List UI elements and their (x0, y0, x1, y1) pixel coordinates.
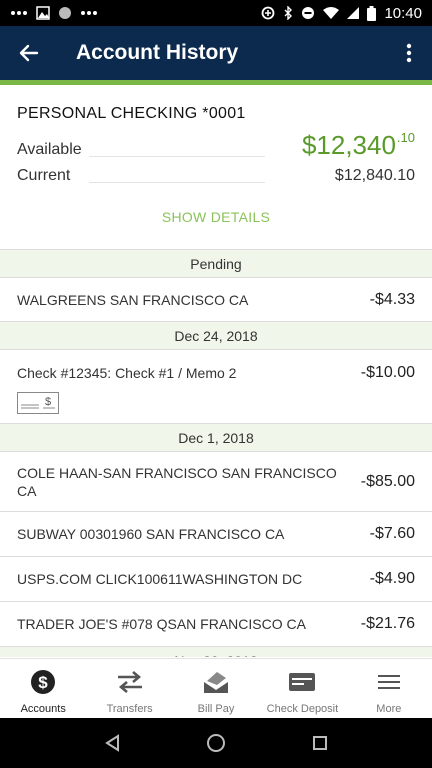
app-bar: Account History (0, 26, 432, 80)
section-header-date: Nov 30, 2018 (0, 647, 432, 657)
back-button[interactable] (0, 26, 58, 80)
transfer-arrows-icon (117, 671, 142, 693)
current-balance: $12,840.10 (334, 167, 415, 184)
nav-label: More (376, 703, 402, 715)
show-details-button[interactable]: SHOW DETAILS (0, 209, 432, 225)
back-triangle-icon (105, 734, 119, 752)
leader-line (89, 156, 265, 157)
nav-label: Transfers (106, 703, 153, 715)
hamburger-icon (377, 675, 400, 689)
account-name: PERSONAL CHECKING *0001 (17, 105, 246, 122)
transaction-description: TRADER JOE'S #078 QSAN FRANCISCO CA (17, 616, 306, 632)
system-nav-bar (0, 718, 432, 768)
section-header-pending: Pending (0, 250, 432, 278)
circle-icon (59, 7, 71, 19)
transaction-amount: -$4.90 (369, 570, 415, 587)
available-balance: $12,340.10 (302, 130, 415, 161)
home-circle-icon (207, 734, 225, 752)
transaction-description: COLE HAAN-SAN FRANCISCO SAN FRANCISCO CA (17, 464, 337, 499)
page-title: Account History (76, 41, 239, 64)
nav-label: Accounts (20, 703, 66, 715)
dots-icon (81, 11, 97, 15)
bluetooth-icon (284, 6, 293, 20)
system-home-button[interactable] (196, 723, 236, 763)
status-time: 10:40 (384, 4, 422, 22)
data-saver-icon (262, 6, 275, 20)
available-whole: $12,340 (301, 130, 396, 160)
current-row: Current $12,840.10 (17, 163, 415, 187)
recents-square-icon (313, 736, 327, 750)
more-vert-icon (406, 43, 412, 63)
status-bar-system: 10:40 (261, 5, 422, 22)
transaction-amount: -$4.33 (369, 290, 415, 308)
system-recents-button[interactable] (300, 723, 340, 763)
transaction-row[interactable]: WALGREENS SAN FRANCISCO CA -$4.33 (0, 278, 432, 322)
nav-accounts[interactable]: $ Accounts (0, 659, 86, 718)
dollar-circle-icon: $ (31, 670, 56, 694)
transaction-row[interactable]: TRADER JOE'S #078 QSAN FRANCISCO CA -$21… (0, 602, 432, 647)
overflow-menu-button[interactable] (386, 26, 432, 80)
signal-icon (347, 7, 360, 19)
image-icon (36, 6, 50, 20)
do-not-disturb-icon (302, 7, 315, 19)
nav-more[interactable]: More (346, 659, 432, 718)
envelope-icon (204, 672, 229, 693)
dots-icon (11, 11, 27, 15)
transaction-row[interactable]: COLE HAAN-SAN FRANCISCO SAN FRANCISCO CA… (0, 452, 432, 512)
arrow-left-icon (19, 44, 39, 62)
nav-transfers[interactable]: Transfers (86, 659, 172, 718)
available-label: Available (17, 141, 82, 158)
transaction-details: Check #12345: Check #1 / Memo 2 $ (17, 364, 361, 419)
nav-bill-pay[interactable]: Bill Pay (173, 659, 259, 718)
section-header-date: Dec 1, 2018 (0, 424, 432, 452)
nav-check-deposit[interactable]: Check Deposit (259, 659, 345, 718)
transaction-amount: -$21.76 (360, 615, 415, 632)
status-bar-notifications (10, 6, 98, 20)
battery-icon (367, 5, 377, 21)
transaction-amount: -$10.00 (360, 364, 415, 381)
transaction-amount: -$7.60 (369, 525, 415, 542)
available-cents: .10 (396, 130, 415, 145)
transaction-row[interactable]: USPS.COM CLICK100611WASHINGTON DC -$4.90 (0, 557, 432, 602)
section-header-date: Dec 24, 2018 (0, 322, 432, 350)
nav-label: Bill Pay (197, 703, 235, 715)
system-back-button[interactable] (92, 723, 132, 763)
status-bar: 10:40 (0, 0, 432, 26)
transaction-list[interactable]: Pending WALGREENS SAN FRANCISCO CA -$4.3… (0, 249, 432, 657)
transaction-row[interactable]: Check #12345: Check #1 / Memo 2 $ -$10.0… (0, 350, 432, 424)
leader-line (89, 182, 265, 183)
check-deposit-icon (289, 673, 316, 691)
available-row: Available $12,340.10 (17, 125, 415, 161)
transaction-description: WALGREENS SAN FRANCISCO CA (17, 291, 249, 308)
bottom-nav: $ Accounts Transfers Bill Pay Check Depo… (0, 658, 432, 718)
svg-text:$: $ (38, 673, 48, 692)
nav-label: Check Deposit (266, 703, 339, 715)
account-summary: PERSONAL CHECKING *0001 Available $12,34… (0, 85, 432, 249)
wifi-icon (323, 7, 340, 19)
transaction-row[interactable]: SUBWAY 00301960 SAN FRANCISCO CA -$7.60 (0, 512, 432, 557)
svg-text:$: $ (45, 396, 51, 408)
transaction-description: Check #12345: Check #1 / Memo 2 (17, 365, 237, 381)
current-label: Current (17, 167, 71, 184)
transaction-amount: -$85.00 (360, 472, 415, 490)
transaction-description: USPS.COM CLICK100611WASHINGTON DC (17, 571, 303, 587)
check-image-icon[interactable]: $ (17, 392, 59, 414)
transaction-description: SUBWAY 00301960 SAN FRANCISCO CA (17, 526, 285, 542)
